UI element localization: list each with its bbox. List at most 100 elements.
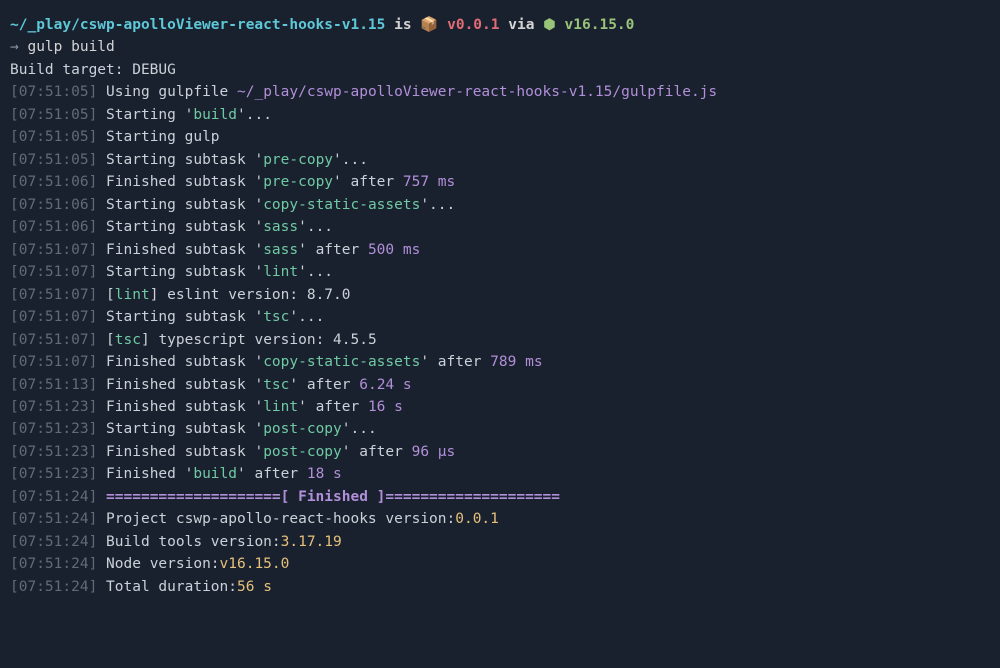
log-segment: '... bbox=[298, 219, 333, 235]
log-segment: lint bbox=[263, 264, 298, 280]
log-line: [07:51:05] Starting 'build'... bbox=[10, 104, 990, 126]
build-target-line: Build target: DEBUG bbox=[10, 59, 990, 81]
log-line: [07:51:23] Finished subtask 'post-copy' … bbox=[10, 441, 990, 463]
log-segment: Total duration: bbox=[97, 579, 237, 595]
timestamp: [07:51:24] bbox=[10, 556, 97, 572]
log-segment: Finished subtask ' bbox=[97, 444, 263, 460]
log-segment: ====================[ Finished ]========… bbox=[97, 489, 560, 505]
log-segment: Starting subtask ' bbox=[97, 421, 263, 437]
log-segment: tsc bbox=[115, 332, 141, 348]
log-segment: tsc bbox=[263, 377, 289, 393]
log-segment: Finished subtask ' bbox=[97, 354, 263, 370]
log-segment: 56 s bbox=[237, 579, 272, 595]
log-segment: ' after bbox=[342, 444, 412, 460]
package-icon: 📦 bbox=[420, 17, 447, 33]
log-segment: Node version: bbox=[97, 556, 219, 572]
log-segment: '... bbox=[237, 107, 272, 123]
log-line: [07:51:07] [tsc] typescript version: 4.5… bbox=[10, 329, 990, 351]
log-segment: Starting subtask ' bbox=[97, 309, 263, 325]
timestamp: [07:51:24] bbox=[10, 579, 97, 595]
node-version-prompt: v16.15.0 bbox=[565, 17, 635, 33]
log-segment: v16.15.0 bbox=[220, 556, 290, 572]
log-line: [07:51:23] Starting subtask 'post-copy'.… bbox=[10, 418, 990, 440]
timestamp: [07:51:24] bbox=[10, 534, 97, 550]
log-line: [07:51:05] Starting gulp bbox=[10, 126, 990, 148]
log-segment: '... bbox=[420, 197, 455, 213]
log-line: [07:51:24] Project cswp-apollo-react-hoo… bbox=[10, 508, 990, 530]
timestamp: [07:51:05] bbox=[10, 107, 97, 123]
log-line: [07:51:24] Total duration:56 s bbox=[10, 576, 990, 598]
timestamp: [07:51:07] bbox=[10, 287, 97, 303]
prompt-line-1: ~/_play/cswp-apolloViewer-react-hooks-v1… bbox=[10, 14, 990, 36]
log-segment: post-copy bbox=[263, 444, 342, 460]
via-text: via bbox=[500, 17, 544, 33]
log-segment: 789 ms bbox=[490, 354, 542, 370]
log-segment: post-copy bbox=[263, 421, 342, 437]
log-segment: ] eslint version: 8.7.0 bbox=[150, 287, 351, 303]
log-segment: 6.24 s bbox=[359, 377, 411, 393]
timestamp: [07:51:07] bbox=[10, 309, 97, 325]
log-segment: Finished subtask ' bbox=[97, 242, 263, 258]
log-segment: 16 s bbox=[368, 399, 403, 415]
log-segment: Finished ' bbox=[97, 466, 193, 482]
log-line: [07:51:06] Starting subtask 'sass'... bbox=[10, 216, 990, 238]
timestamp: [07:51:23] bbox=[10, 399, 97, 415]
log-segment: Build tools version: bbox=[97, 534, 280, 550]
log-line: [07:51:07] [lint] eslint version: 8.7.0 bbox=[10, 284, 990, 306]
prompt-arrow-icon: → bbox=[10, 39, 27, 55]
log-segment: ' after bbox=[298, 242, 368, 258]
log-line: [07:51:07] Starting subtask 'tsc'... bbox=[10, 306, 990, 328]
timestamp: [07:51:06] bbox=[10, 174, 97, 190]
log-segment: Finished subtask ' bbox=[97, 174, 263, 190]
log-segment: sass bbox=[263, 242, 298, 258]
timestamp: [07:51:24] bbox=[10, 511, 97, 527]
timestamp: [07:51:23] bbox=[10, 444, 97, 460]
timestamp: [07:51:05] bbox=[10, 84, 97, 100]
log-line: [07:51:23] Finished subtask 'lint' after… bbox=[10, 396, 990, 418]
log-segment: Project cswp-apollo-react-hooks version: bbox=[97, 511, 455, 527]
timestamp: [07:51:23] bbox=[10, 421, 97, 437]
log-segment: [ bbox=[97, 287, 114, 303]
package-version: v0.0.1 bbox=[447, 17, 499, 33]
log-line: [07:51:24] Node version:v16.15.0 bbox=[10, 553, 990, 575]
log-lines-container: [07:51:05] Using gulpfile ~/_play/cswp-a… bbox=[10, 81, 990, 598]
is-text: is bbox=[385, 17, 420, 33]
log-line: [07:51:13] Finished subtask 'tsc' after … bbox=[10, 374, 990, 396]
log-line: [07:51:06] Starting subtask 'copy-static… bbox=[10, 194, 990, 216]
log-segment: Using gulpfile bbox=[97, 84, 237, 100]
command-text: gulp build bbox=[27, 39, 114, 55]
log-segment: build bbox=[193, 466, 237, 482]
log-segment: 3.17.19 bbox=[281, 534, 342, 550]
timestamp: [07:51:07] bbox=[10, 264, 97, 280]
log-segment: Finished subtask ' bbox=[97, 399, 263, 415]
log-segment: '... bbox=[342, 421, 377, 437]
log-segment: 500 ms bbox=[368, 242, 420, 258]
log-segment: ' after bbox=[333, 174, 403, 190]
log-line: [07:51:07] Finished subtask 'sass' after… bbox=[10, 239, 990, 261]
prompt-line-2: → gulp build bbox=[10, 36, 990, 58]
log-segment: ~/_play/cswp-apolloViewer-react-hooks-v1… bbox=[237, 84, 717, 100]
log-line: [07:51:06] Finished subtask 'pre-copy' a… bbox=[10, 171, 990, 193]
timestamp: [07:51:07] bbox=[10, 354, 97, 370]
log-segment: Starting ' bbox=[97, 107, 193, 123]
timestamp: [07:51:06] bbox=[10, 197, 97, 213]
log-line: [07:51:05] Starting subtask 'pre-copy'..… bbox=[10, 149, 990, 171]
log-segment: copy-static-assets bbox=[263, 197, 420, 213]
log-segment: pre-copy bbox=[263, 152, 333, 168]
log-segment: 0.0.1 bbox=[455, 511, 499, 527]
log-segment: build bbox=[193, 107, 237, 123]
cwd-path: ~/_play/cswp-apolloViewer-react-hooks-v1… bbox=[10, 17, 385, 33]
log-segment: tsc bbox=[263, 309, 289, 325]
log-segment: '... bbox=[298, 264, 333, 280]
terminal-output[interactable]: ~/_play/cswp-apolloViewer-react-hooks-v1… bbox=[10, 14, 990, 598]
node-icon: ⬢ bbox=[543, 17, 564, 33]
log-segment: Starting subtask ' bbox=[97, 219, 263, 235]
timestamp: [07:51:24] bbox=[10, 489, 97, 505]
timestamp: [07:51:07] bbox=[10, 242, 97, 258]
log-line: [07:51:24] Build tools version:3.17.19 bbox=[10, 531, 990, 553]
log-segment: copy-static-assets bbox=[263, 354, 420, 370]
log-segment: sass bbox=[263, 219, 298, 235]
log-segment: lint bbox=[115, 287, 150, 303]
log-line: [07:51:23] Finished 'build' after 18 s bbox=[10, 463, 990, 485]
log-segment: lint bbox=[263, 399, 298, 415]
